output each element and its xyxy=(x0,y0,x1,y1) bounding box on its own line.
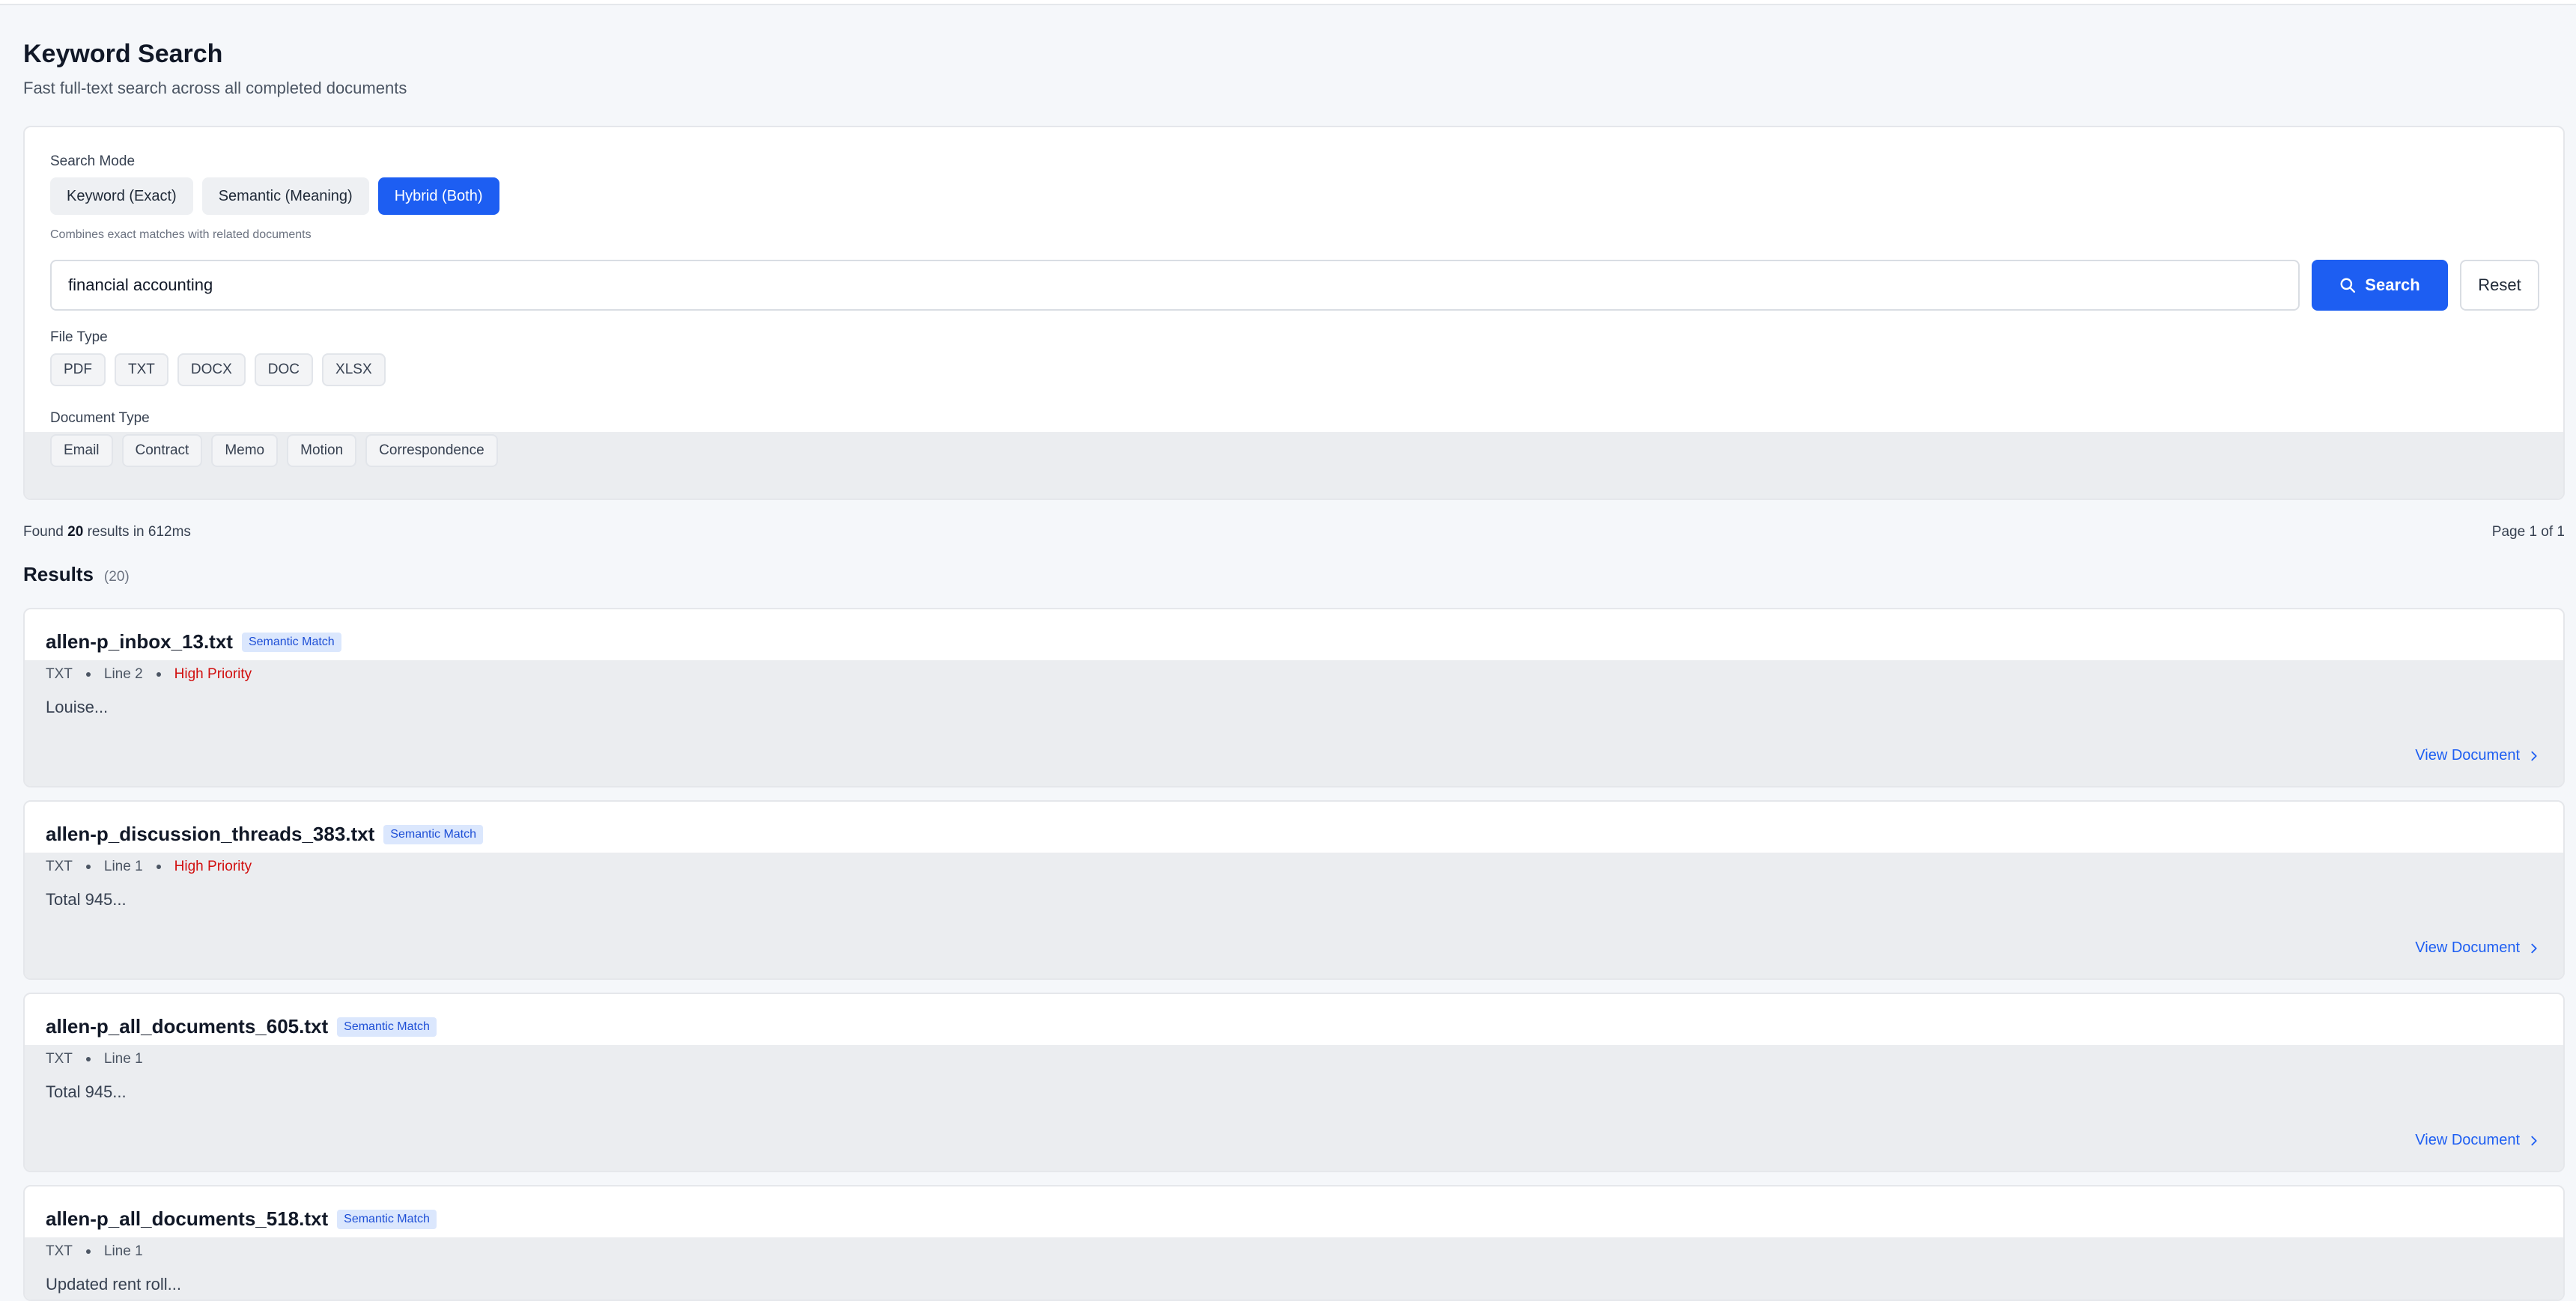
mode-keyword-button[interactable]: Keyword (Exact) xyxy=(50,177,193,215)
match-badge: Semantic Match xyxy=(383,824,484,844)
file-type-chip-xlsx[interactable]: XLSX xyxy=(322,353,386,386)
search-mode-label: Search Mode xyxy=(50,153,136,169)
view-document-label: View Document xyxy=(2415,1132,2520,1148)
result-snippet: Updated rent roll... xyxy=(46,1275,181,1294)
doc-type-chip-contract[interactable]: Contract xyxy=(121,434,203,467)
file-type-chip-pdf[interactable]: PDF xyxy=(50,353,106,386)
view-document-link[interactable]: View Document xyxy=(2415,939,2541,957)
result-file-type: TXT xyxy=(46,1051,73,1067)
top-border xyxy=(0,0,2576,5)
result-meta: TXT Line 1 xyxy=(46,1243,143,1260)
view-document-label: View Document xyxy=(2415,939,2520,956)
match-badge: Semantic Match xyxy=(337,1209,437,1229)
result-meta: TXT Line 2 High Priority xyxy=(46,666,252,683)
result-card-band xyxy=(25,660,2563,786)
doc-type-chip-motion[interactable]: Motion xyxy=(287,434,357,467)
results-count: (20) xyxy=(103,569,130,585)
result-card: allen-p_discussion_threads_383.txt Seman… xyxy=(23,800,2565,980)
search-input[interactable] xyxy=(50,260,2300,311)
priority-label: High Priority xyxy=(174,666,252,682)
result-file-type: TXT xyxy=(46,666,73,682)
file-type-chip-docx[interactable]: DOCX xyxy=(177,353,246,386)
separator-dot xyxy=(85,1249,91,1254)
search-mode-hint: Combines exact matches with related docu… xyxy=(50,228,312,241)
result-line: Line 1 xyxy=(103,859,143,874)
results-summary-prefix: Found xyxy=(23,524,68,540)
search-mode-group: Keyword (Exact) Semantic (Meaning) Hybri… xyxy=(50,177,499,215)
result-meta: TXT Line 1 High Priority xyxy=(46,859,252,875)
doc-type-chip-memo[interactable]: Memo xyxy=(211,434,279,467)
priority-label: High Priority xyxy=(174,859,252,874)
page: Keyword Search Fast full-text search acr… xyxy=(23,37,2565,1301)
results-summary-suffix: results in 612ms xyxy=(83,524,191,540)
result-card: allen-p_inbox_13.txt Semantic Match TXT … xyxy=(23,608,2565,787)
result-meta: TXT Line 1 xyxy=(46,1051,143,1067)
separator-dot xyxy=(156,865,161,869)
search-button-label: Search xyxy=(2365,275,2420,294)
result-filename[interactable]: allen-p_inbox_13.txt xyxy=(46,630,233,653)
file-type-chip-txt[interactable]: TXT xyxy=(115,353,168,386)
reset-button[interactable]: Reset xyxy=(2460,260,2539,311)
view-document-link[interactable]: View Document xyxy=(2415,747,2541,764)
view-document-link[interactable]: View Document xyxy=(2415,1132,2541,1149)
result-file-type: TXT xyxy=(46,1243,73,1259)
result-snippet: Total 945... xyxy=(46,890,127,909)
document-type-label: Document Type xyxy=(50,410,150,426)
doc-type-chip-correspondence[interactable]: Correspondence xyxy=(365,434,498,467)
result-card: allen-p_all_documents_518.txt Semantic M… xyxy=(23,1185,2565,1301)
result-snippet: Louise... xyxy=(46,698,109,716)
result-filename[interactable]: allen-p_all_documents_518.txt xyxy=(46,1207,328,1231)
mode-hybrid-button[interactable]: Hybrid (Both) xyxy=(377,177,499,215)
result-line: Line 2 xyxy=(103,666,143,682)
page-indicator: Page 1 of 1 xyxy=(2491,524,2565,540)
mode-semantic-button[interactable]: Semantic (Meaning) xyxy=(201,177,369,215)
chevron-right-icon xyxy=(2531,751,2537,761)
result-snippet: Total 945... xyxy=(46,1082,127,1101)
file-type-chip-doc[interactable]: DOC xyxy=(254,353,314,386)
page-subtitle: Fast full-text search across all complet… xyxy=(23,79,407,97)
result-card: allen-p_all_documents_605.txt Semantic M… xyxy=(23,993,2565,1172)
result-card-band xyxy=(25,853,2563,978)
result-filename[interactable]: allen-p_all_documents_605.txt xyxy=(46,1015,328,1038)
results-summary: Found 20 results in 612ms xyxy=(23,524,191,540)
file-type-label: File Type xyxy=(50,329,108,345)
separator-dot xyxy=(85,1057,91,1061)
results-header: Results (20) xyxy=(23,563,130,586)
file-type-group: PDF TXT DOCX DOC XLSX xyxy=(50,353,386,386)
separator-dot xyxy=(85,865,91,869)
separator-dot xyxy=(85,672,91,677)
match-badge: Semantic Match xyxy=(241,632,341,652)
separator-dot xyxy=(156,672,161,677)
search-button[interactable]: Search xyxy=(2312,260,2448,311)
result-filename[interactable]: allen-p_discussion_threads_383.txt xyxy=(46,823,374,846)
result-card-band xyxy=(25,1045,2563,1171)
search-icon xyxy=(2340,278,2356,293)
match-badge: Semantic Match xyxy=(337,1017,437,1037)
view-document-label: View Document xyxy=(2415,747,2520,764)
doc-type-chip-email[interactable]: Email xyxy=(50,434,113,467)
chevron-right-icon xyxy=(2531,943,2537,953)
page-title: Keyword Search xyxy=(23,40,223,68)
result-file-type: TXT xyxy=(46,859,73,874)
document-type-group: Email Contract Memo Motion Correspondenc… xyxy=(50,434,498,467)
result-card-band xyxy=(25,1237,2563,1300)
result-line: Line 1 xyxy=(103,1243,143,1259)
results-summary-count: 20 xyxy=(67,524,84,540)
result-line: Line 1 xyxy=(103,1051,143,1067)
results-title: Results xyxy=(23,563,94,585)
search-panel: Search Mode Keyword (Exact) Semantic (Me… xyxy=(23,126,2565,500)
chevron-right-icon xyxy=(2531,1136,2537,1145)
